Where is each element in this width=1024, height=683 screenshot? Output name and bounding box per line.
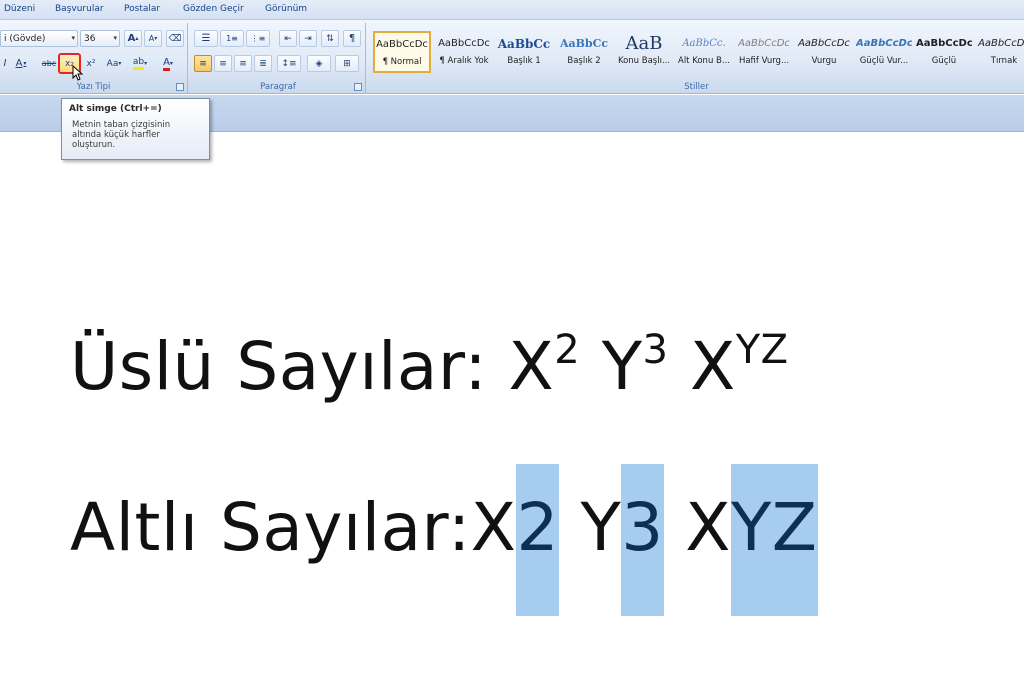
- style-normal[interactable]: AaBbCcDc ¶ Normal: [373, 31, 431, 73]
- shrink-font-button[interactable]: A ▾: [144, 30, 162, 47]
- tooltip-body: Metnin taban çizgisinin altında küçük ha…: [72, 120, 171, 150]
- align-center-button[interactable]: ≡: [214, 55, 232, 72]
- align-center-icon: ≡: [219, 58, 227, 69]
- selected-subscript[interactable]: 2: [516, 464, 559, 616]
- line-label: Üslü Sayılar:: [70, 328, 509, 405]
- numbered-list-icon: 1≡: [226, 34, 238, 43]
- superscript-icon: x²: [86, 58, 96, 69]
- tab-mailings[interactable]: Postalar: [124, 4, 160, 14]
- style-intense-emphasis[interactable]: AaBbCcDc Güçlü Vur...: [855, 31, 913, 73]
- dialog-launcher-icon[interactable]: [354, 83, 362, 91]
- sort-button[interactable]: ⇅: [321, 30, 339, 47]
- decrease-indent-button[interactable]: ⇤: [279, 30, 297, 47]
- sort-icon: ⇅: [326, 33, 334, 44]
- change-case-icon: Aa: [106, 58, 119, 69]
- italic-icon: I: [3, 58, 7, 69]
- style-heading-2[interactable]: AaBbCc Başlık 2: [555, 31, 613, 73]
- style-quote[interactable]: AaBbCcDc Tırnak: [975, 31, 1024, 73]
- align-left-icon: ≡: [199, 58, 207, 69]
- align-left-button[interactable]: ≡: [194, 55, 212, 72]
- font-group-label: Yazı Tipi: [76, 82, 111, 92]
- multilevel-list-button[interactable]: ⋮≡: [246, 30, 270, 47]
- ribbon: i (Gövde) ▾ 36 ▾ A ▴ A ▾ ⌫ I A ▾ abc x₂ x² …: [0, 20, 1024, 94]
- font-color-button[interactable]: A ▾: [156, 55, 180, 72]
- selected-subscript[interactable]: 3: [621, 464, 664, 616]
- base-y: Y: [601, 328, 643, 405]
- subscript-tooltip: Alt simge (Ctrl+=) Metnin taban çizgisin…: [61, 98, 210, 160]
- pilcrow-icon: ¶: [348, 33, 356, 44]
- style-title[interactable]: AaB Konu Başlı...: [615, 31, 673, 73]
- base-y: Y: [580, 489, 622, 566]
- style-subtle-emphasis[interactable]: AaBbCcDc Hafif Vurg...: [735, 31, 793, 73]
- styles-group: AaBbCcDc ¶ Normal AaBbCcDc ¶ Aralık Yok …: [369, 23, 1024, 93]
- tooltip-title: Alt simge (Ctrl+=): [69, 104, 162, 114]
- mouse-cursor-icon: [72, 65, 84, 81]
- font-size-value: 36: [84, 33, 96, 44]
- borders-icon: ⊞: [343, 58, 351, 69]
- highlight-button[interactable]: ab ▾: [128, 55, 152, 72]
- shading-button[interactable]: ◈: [307, 55, 331, 72]
- style-emphasis[interactable]: AaBbCcDc Vurgu: [795, 31, 853, 73]
- dialog-launcher-icon[interactable]: [176, 83, 184, 91]
- grow-font-button[interactable]: A ▴: [124, 30, 142, 47]
- highlighter-icon: ab: [132, 57, 145, 70]
- superscript-button[interactable]: x²: [82, 55, 100, 72]
- strikethrough-button[interactable]: abc: [40, 55, 58, 72]
- align-right-icon: ≡: [239, 58, 247, 69]
- base-x: X: [508, 328, 555, 405]
- align-right-button[interactable]: ≡: [234, 55, 252, 72]
- font-size-box[interactable]: 36 ▾: [80, 30, 120, 47]
- bullet-list-icon: ☰: [201, 33, 211, 44]
- paragraph-group-label: Paragraf: [260, 82, 296, 92]
- paragraph-group: ☰ 1≡ ⋮≡ ⇤ ⇥ ⇅ ¶ ≡ ≡ ≡ ≣ ↕≡ ◈ ⊞ Paragraf: [191, 23, 366, 93]
- menu-bar: Düzeni Başvurular Postalar Gözden Geçir …: [0, 0, 1024, 20]
- style-subtitle[interactable]: AaBbCc. Alt Konu B...: [675, 31, 733, 73]
- line-spacing-button[interactable]: ↕≡: [277, 55, 301, 72]
- selected-subscript[interactable]: YZ: [730, 464, 818, 616]
- font-name-box[interactable]: i (Gövde) ▾: [0, 30, 78, 47]
- borders-button[interactable]: ⊞: [335, 55, 359, 72]
- font-color-icon: A: [163, 57, 170, 71]
- exponent: 2: [554, 327, 581, 373]
- line-spacing-icon: ↕≡: [281, 58, 297, 69]
- base-x: X: [470, 489, 517, 566]
- style-heading-1[interactable]: AaBbCc Başlık 1: [495, 31, 553, 73]
- font-group: i (Gövde) ▾ 36 ▾ A ▴ A ▾ ⌫ I A ▾ abc x₂ x² …: [0, 23, 188, 93]
- increase-indent-icon: ⇥: [304, 33, 312, 44]
- styles-group-label: Stiller: [684, 82, 709, 92]
- decrease-indent-icon: ⇤: [284, 33, 292, 44]
- tab-page-layout[interactable]: Düzeni: [4, 4, 35, 14]
- change-case-button[interactable]: Aa ▾: [102, 55, 126, 72]
- show-marks-button[interactable]: ¶: [343, 30, 361, 47]
- chevron-down-icon: ▾: [113, 34, 117, 42]
- increase-indent-button[interactable]: ⇥: [299, 30, 317, 47]
- bullets-button[interactable]: ☰: [194, 30, 218, 47]
- tab-review[interactable]: Gözden Geçir: [183, 4, 244, 14]
- underline-button[interactable]: A ▾: [12, 55, 30, 72]
- justify-icon: ≣: [259, 58, 267, 69]
- strikethrough-icon: abc: [41, 59, 57, 68]
- font-name-value: i (Gövde): [4, 33, 46, 44]
- exponent: 3: [642, 327, 669, 373]
- tab-view[interactable]: Görünüm: [265, 4, 307, 14]
- base-x: X: [689, 328, 736, 405]
- chevron-down-icon: ▾: [71, 34, 75, 42]
- document-line-exponents[interactable]: Üslü Sayılar: X2 Y3 XYZ: [70, 328, 789, 405]
- underline-icon: A: [15, 58, 23, 69]
- clear-format-button[interactable]: ⌫: [166, 30, 184, 47]
- line-label: Altlı Sayılar:: [70, 489, 471, 566]
- paint-bucket-icon: ◈: [315, 58, 323, 69]
- grow-font-icon: A: [127, 33, 136, 44]
- style-no-spacing[interactable]: AaBbCcDc ¶ Aralık Yok: [435, 31, 493, 73]
- document-line-subscripts[interactable]: Altlı Sayılar: X2 Y3 XYZ: [70, 464, 818, 616]
- style-strong[interactable]: AaBbCcDc Güçlü: [915, 31, 973, 73]
- exponent: YZ: [735, 327, 789, 373]
- base-x: X: [685, 489, 731, 566]
- multilevel-list-icon: ⋮≡: [250, 34, 266, 43]
- eraser-icon: ⌫: [168, 33, 182, 44]
- justify-button[interactable]: ≣: [254, 55, 272, 72]
- tab-references[interactable]: Başvurular: [55, 4, 104, 14]
- numbering-button[interactable]: 1≡: [220, 30, 244, 47]
